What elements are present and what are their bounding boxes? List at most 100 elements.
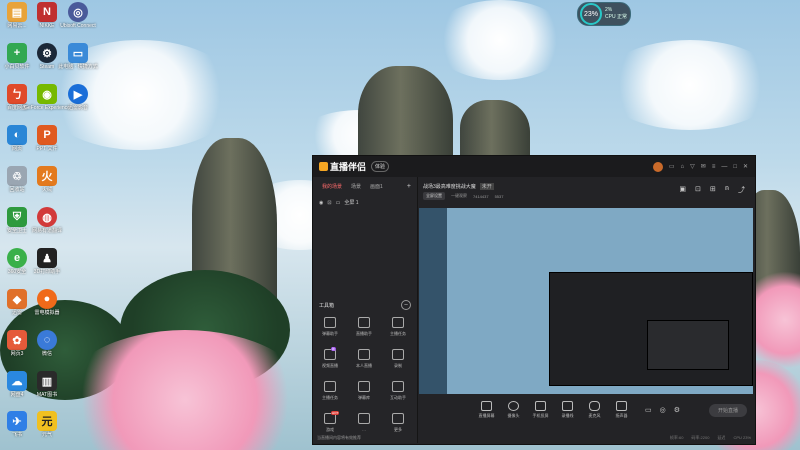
microphone-icon <box>589 401 600 411</box>
play-icon <box>562 401 573 411</box>
qq-game-icon: ㄅ <box>7 84 27 104</box>
cpu-monitor-widget[interactable]: 23% 2% CPU 正常 <box>577 2 631 26</box>
desktop-icon[interactable]: ♲ 回收站 <box>2 166 32 204</box>
tool-item[interactable]: 主播任务 <box>383 317 413 343</box>
scene-item[interactable]: ◉ ⊡ ▭ 全屏 1 <box>319 199 417 207</box>
start-live-button[interactable]: 开始直播 <box>709 403 747 417</box>
desktop-icon[interactable]: ◉ GeForce Experience <box>24 84 70 122</box>
nikke-icon: N <box>37 2 57 22</box>
tool-icon <box>392 349 404 360</box>
share-icon[interactable]: ⤴ <box>738 185 745 195</box>
desktop-icon[interactable]: ♟ 3D打印助手 <box>32 248 62 286</box>
desktop-icon[interactable]: ✿ 网页3 <box>2 330 32 368</box>
status-cpu: CPU 23% <box>733 435 751 440</box>
gift-icon[interactable]: ▣ <box>679 185 686 195</box>
tool-icon <box>392 381 404 392</box>
tool-item[interactable]: 更多 <box>383 413 413 439</box>
books-icon: ▥ <box>37 371 57 391</box>
add-tab-button[interactable]: + <box>407 183 411 190</box>
desktop-icon[interactable]: ㄅ百度网盘 <box>2 84 32 122</box>
desktop-icon[interactable]: ● 雷电模拟器 <box>32 289 62 327</box>
desktop-icon[interactable]: ◌ 微信 <box>32 330 62 368</box>
tool-item[interactable]: 录制 <box>383 349 413 375</box>
target-icon[interactable]: ◎ <box>660 406 666 414</box>
logo-icon <box>319 162 328 171</box>
tool-icon <box>358 381 370 392</box>
tool-item[interactable]: 弹幕助手 <box>315 317 345 343</box>
tab-my-scene[interactable]: 我的场景 <box>322 183 342 190</box>
desktop-icon[interactable]: 火火绒 <box>32 166 62 204</box>
lock-icon[interactable]: ⊡ <box>695 185 701 195</box>
desktop-icon[interactable]: ◆ 迅雷 <box>2 289 32 327</box>
desktop-icon[interactable]: N NIKKE <box>32 2 62 40</box>
filter-icon[interactable]: ▽ <box>690 163 695 170</box>
gear-icon[interactable]: ⚙ <box>674 406 680 414</box>
desktop-icon[interactable]: ▥ MAT图书 <box>32 371 62 409</box>
tab-scene[interactable]: 场景 <box>351 183 361 190</box>
viewer-count: 7414437 <box>473 193 489 199</box>
desktop-icon[interactable]: + 小白贝软件 <box>2 43 32 81</box>
avatar[interactable] <box>652 161 663 172</box>
phone-cast-button[interactable]: 手机投屏 <box>527 401 554 419</box>
desktop-icon[interactable]: ⛨ 安全卫士 <box>2 207 32 245</box>
fullscreen-setting[interactable]: 全屏设置 <box>423 192 445 200</box>
status-bitrate: 码率:2200 <box>691 435 710 440</box>
room-title[interactable]: 战场3最高难度挑战大魔 <box>423 183 476 190</box>
settings-icon[interactable]: ⊞ <box>710 185 716 195</box>
maximize-icon[interactable]: □ <box>733 164 737 170</box>
mail-icon[interactable]: ✉ <box>701 163 706 170</box>
tool-item[interactable]: 互动助手 <box>383 381 413 407</box>
desktop-icon[interactable]: ⚙ Steam <box>32 43 62 81</box>
eye-icon[interactable]: ◉ <box>319 200 323 206</box>
desktop-icon[interactable]: ▤ 网易云... <box>2 2 32 40</box>
ubisoft-icon: ◎ <box>68 2 88 22</box>
tool-icon <box>324 381 336 392</box>
quick-watch[interactable]: 一键观察 <box>451 193 467 199</box>
desktop-icon[interactable]: ◍ 网易有道翻译 <box>32 207 62 245</box>
desktop-icon[interactable]: e 360安全 <box>2 248 32 286</box>
status-line: 帧率:60 码率:2200 延迟 CPU 23% <box>418 435 755 441</box>
tool-item[interactable]: 直播助手 <box>349 317 379 343</box>
shirt-icon[interactable]: ⌂ <box>681 164 685 170</box>
nvidia-icon: ◉ <box>37 84 57 104</box>
stream-preview[interactable] <box>419 208 753 394</box>
lock-icon[interactable]: ⊡ <box>327 200 331 206</box>
yuan-icon: 元 <box>37 411 57 431</box>
desktop-icon[interactable]: ☁ 网盘4 <box>2 371 32 409</box>
speaker-button[interactable]: 扬声器 <box>608 401 635 419</box>
vip-badge[interactable]: 体验 <box>371 161 390 172</box>
toolbox-title: 工具箱 <box>319 302 335 309</box>
desktop-icon[interactable]: P PPT 文件 <box>32 125 62 163</box>
minimize-icon[interactable]: — <box>721 164 727 170</box>
desktop-icon[interactable]: 元元气 <box>32 411 62 449</box>
bell-icon[interactable]: ⍝ <box>725 185 729 195</box>
screen-capture-button[interactable]: 直播屏幕 <box>473 401 500 419</box>
tool-item[interactable]: 主播任务 <box>315 381 345 407</box>
tool-item[interactable]: 弹幕库 <box>349 381 379 407</box>
room-tag[interactable]: 未开 <box>479 182 494 190</box>
recording-button[interactable]: 录播线 <box>554 401 581 419</box>
record-icon[interactable]: ▭ <box>645 406 652 414</box>
close-icon[interactable]: ✕ <box>743 163 748 170</box>
desktop-icon[interactable]: ✈ 飞书 <box>2 411 32 449</box>
ball-icon: ● <box>37 289 57 309</box>
microphone-button[interactable]: 麦克风 <box>581 401 608 419</box>
tool-item[interactable]: 视频直播新 <box>315 347 345 375</box>
hot-badge: HOT <box>331 411 340 415</box>
tab-screen[interactable]: 画面1 <box>370 183 383 190</box>
collapse-icon[interactable]: – <box>401 300 411 310</box>
recycle-bin-icon: ♲ <box>7 166 27 186</box>
bird-icon: ◆ <box>7 289 27 309</box>
tool-icon <box>324 317 336 328</box>
status-fps: 帧率:60 <box>669 435 684 440</box>
desktop-icon[interactable]: ▭ 此电脑 · 快捷方式 <box>58 43 98 81</box>
desktop-icon[interactable]: ▶ 迅雷影音 <box>63 84 93 122</box>
camera-button[interactable]: 摄像头 <box>500 401 527 419</box>
menu-icon[interactable]: ≡ <box>712 164 716 170</box>
desktop-icon[interactable]: ◐ 网页 <box>2 125 32 163</box>
penguin-icon: ♟ <box>37 248 57 268</box>
desktop-icon[interactable]: ◎ Ubisoft Connect <box>60 2 96 40</box>
tool-item[interactable]: 本人直播 <box>349 349 379 375</box>
monitor-icon[interactable]: ▭ <box>669 163 675 170</box>
tool-icon <box>358 349 370 360</box>
